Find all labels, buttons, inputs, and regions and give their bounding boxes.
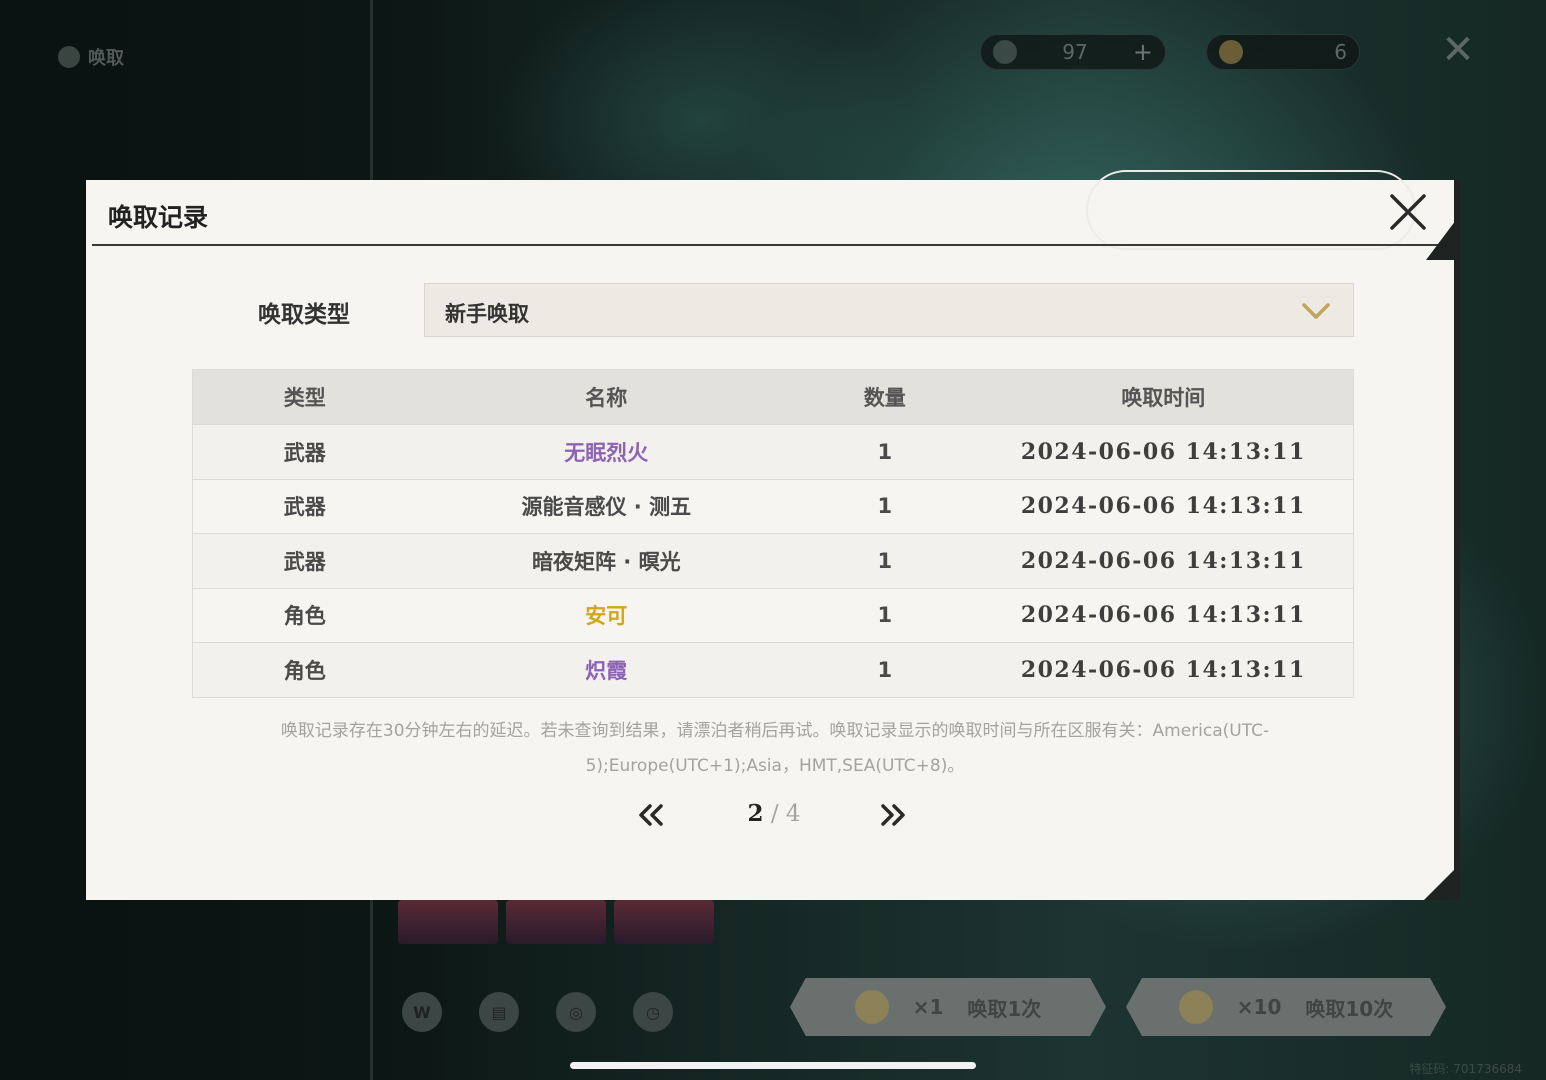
header-decoration bbox=[1086, 170, 1416, 250]
tide-coin-icon bbox=[1178, 990, 1213, 1024]
column-header-time: 唤取时间 bbox=[1121, 386, 1206, 410]
column-header-name: 名称 bbox=[585, 386, 628, 410]
character-thumbnail bbox=[398, 900, 498, 944]
row-name: 安可 bbox=[585, 604, 628, 629]
dialog-corner-decoration bbox=[1424, 870, 1454, 900]
close-icon[interactable] bbox=[1388, 192, 1428, 232]
background-close-icon[interactable]: ✕ bbox=[1438, 30, 1478, 70]
astrite-icon bbox=[993, 40, 1017, 64]
column-header-type: 类型 bbox=[283, 386, 326, 410]
back-icon bbox=[58, 46, 80, 68]
currency-tide: 6 bbox=[1206, 34, 1360, 70]
convene-type-value: 新手唤取 bbox=[445, 302, 529, 326]
convene-type-label: 唤取类型 bbox=[258, 302, 350, 328]
row-quantity: 1 bbox=[877, 439, 893, 464]
row-time: 2024-06-06 14:13:11 bbox=[1020, 602, 1306, 629]
table-row: 武器 无眠烈火 1 2024-06-06 14:13:11 bbox=[193, 424, 1353, 479]
row-quantity: 1 bbox=[877, 657, 893, 682]
currency-astrite-value: 97 bbox=[1062, 40, 1088, 64]
total-pages: 4 bbox=[785, 801, 801, 827]
add-currency-icon[interactable]: + bbox=[1133, 38, 1153, 66]
row-quantity: 1 bbox=[877, 494, 893, 519]
row-time: 2024-06-06 14:13:11 bbox=[1020, 656, 1306, 683]
summon-ten-button[interactable]: ×10 唤取10次 bbox=[1126, 978, 1446, 1036]
table-row: 角色 炽霞 1 2024-06-06 14:13:11 bbox=[193, 642, 1353, 697]
pagination: 2 / 4 bbox=[634, 796, 914, 836]
row-time: 2024-06-06 14:13:11 bbox=[1020, 438, 1306, 465]
table-row: 武器 源能音感仪 · 测五 1 2024-06-06 14:13:11 bbox=[193, 478, 1353, 533]
character-thumbnail bbox=[614, 900, 714, 944]
next-page-button[interactable] bbox=[876, 798, 910, 832]
back-label: 唤取 bbox=[88, 48, 124, 69]
previous-page-button[interactable] bbox=[634, 798, 668, 832]
convene-type-dropdown[interactable]: 新手唤取 bbox=[424, 283, 1354, 337]
info-icon[interactable]: ◎ bbox=[556, 992, 596, 1032]
page-indicator: 2 / 4 bbox=[724, 800, 824, 827]
page-separator: / bbox=[770, 801, 779, 827]
dialog-header: 唤取记录 bbox=[86, 170, 1454, 250]
current-page: 2 bbox=[747, 800, 764, 827]
row-quantity: 1 bbox=[877, 548, 893, 573]
weapon-icon[interactable]: W bbox=[402, 992, 442, 1032]
history-icon[interactable]: ◷ bbox=[633, 992, 673, 1032]
tide-coin-icon bbox=[854, 990, 889, 1024]
bottom-icon-bar: W ▤ ◎ ◷ bbox=[402, 992, 673, 1032]
table-row: 武器 暗夜矩阵 · 暝光 1 2024-06-06 14:13:11 bbox=[193, 533, 1353, 588]
double-chevron-right-icon bbox=[881, 804, 905, 826]
character-thumbnails bbox=[398, 900, 714, 944]
character-thumbnail bbox=[506, 900, 606, 944]
dialog-title: 唤取记录 bbox=[108, 203, 209, 232]
summon-ten-label: 唤取10次 bbox=[1305, 996, 1394, 1021]
row-quantity: 1 bbox=[877, 603, 893, 628]
summon-once-label: 唤取1次 bbox=[967, 996, 1042, 1021]
row-name: 炽霞 bbox=[585, 658, 628, 683]
back-button[interactable]: 唤取 bbox=[58, 44, 124, 70]
history-table: 类型 名称 数量 唤取时间 武器 无眠烈火 1 2024-06-06 14:13… bbox=[192, 369, 1354, 698]
row-type: 角色 bbox=[283, 658, 326, 683]
row-name: 无眠烈火 bbox=[564, 440, 649, 465]
row-type: 武器 bbox=[283, 440, 326, 465]
delay-notice: 唤取记录存在30分钟左右的延迟。若未查询到结果，请漂泊者稍后再试。唤取记录显示的… bbox=[280, 721, 1270, 776]
summon-ten-cost: ×10 bbox=[1236, 995, 1282, 1019]
chevron-down-icon bbox=[1302, 303, 1330, 319]
column-header-quantity: 数量 bbox=[863, 386, 906, 410]
row-type: 武器 bbox=[283, 495, 326, 520]
summon-once-cost: ×1 bbox=[912, 995, 944, 1019]
table-header: 类型 名称 数量 唤取时间 bbox=[193, 370, 1353, 424]
row-name: 源能音感仪 · 测五 bbox=[521, 495, 692, 520]
row-time: 2024-06-06 14:13:11 bbox=[1020, 547, 1306, 574]
summon-once-button[interactable]: ×1 唤取1次 bbox=[790, 978, 1106, 1036]
detail-icon[interactable]: ▤ bbox=[479, 992, 519, 1032]
currency-astrite: 97 + bbox=[980, 34, 1166, 70]
tide-icon bbox=[1219, 40, 1243, 64]
row-type: 角色 bbox=[283, 604, 326, 629]
table-row: 角色 安可 1 2024-06-06 14:13:11 bbox=[193, 587, 1353, 642]
table-body: 武器 无眠烈火 1 2024-06-06 14:13:11 武器 源能音感仪 ·… bbox=[193, 424, 1353, 697]
row-type: 武器 bbox=[283, 549, 326, 574]
row-time: 2024-06-06 14:13:11 bbox=[1020, 493, 1306, 520]
home-indicator[interactable] bbox=[570, 1062, 976, 1069]
currency-tide-value: 6 bbox=[1334, 40, 1347, 64]
row-name: 暗夜矩阵 · 暝光 bbox=[531, 549, 681, 574]
uid-watermark: 特征码: 701736684 bbox=[1409, 1062, 1522, 1076]
header-divider bbox=[92, 244, 1442, 246]
convene-history-dialog: 唤取记录 唤取类型 新手唤取 类型 名称 数量 唤取时间 武器 无眠烈火 1 2… bbox=[86, 170, 1460, 900]
double-chevron-left-icon bbox=[639, 804, 663, 826]
